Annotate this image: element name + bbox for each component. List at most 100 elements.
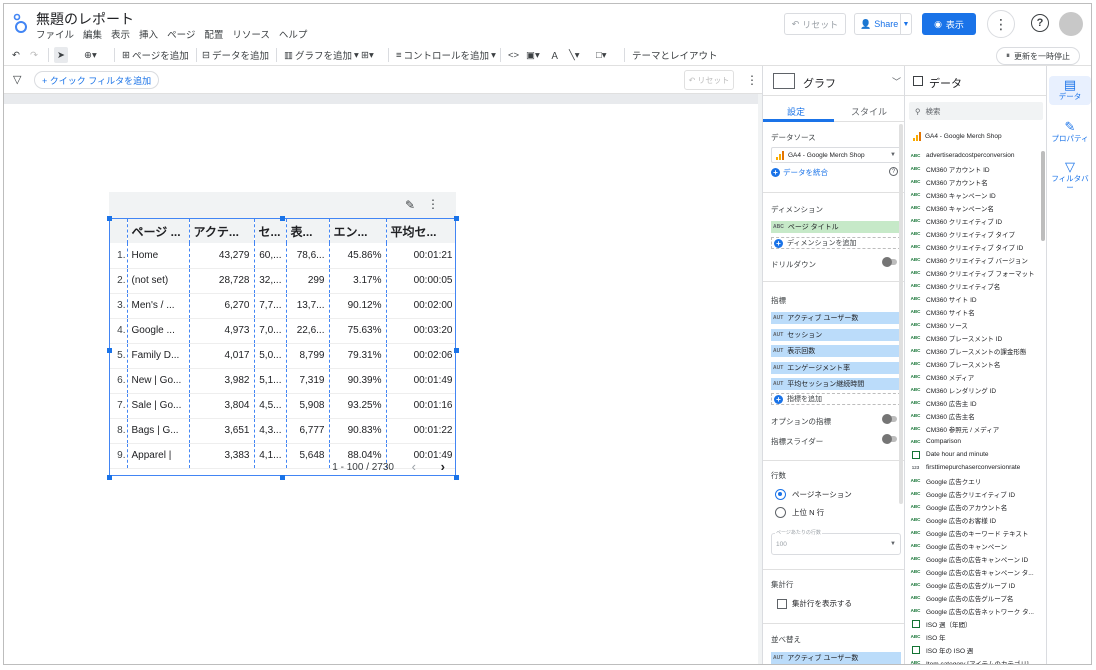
resize-handle[interactable] <box>280 216 285 221</box>
resize-handle[interactable] <box>454 216 459 221</box>
data-scrollbar[interactable] <box>1041 151 1045 241</box>
add-metric-button[interactable]: + 指標を追加 <box>771 393 901 405</box>
add-data-button[interactable]: ⊟ データを追加 <box>202 47 269 63</box>
field-item[interactable]: ABC CM360 プレースメントの課金形態 <box>910 344 1040 357</box>
line-icon[interactable]: ╲▾ <box>569 47 580 63</box>
field-item[interactable]: ABC Google 広告クエリ <box>910 474 1040 487</box>
menu-insert[interactable]: 挿入 <box>139 27 158 41</box>
field-item[interactable]: ABC CM360 クリエイティブ ID <box>910 214 1040 227</box>
embed-code-icon[interactable]: <> <box>508 47 519 63</box>
field-item[interactable]: ABC CM360 アカウント ID <box>910 162 1040 175</box>
quick-filter-button[interactable]: + クイック フィルタを追加 <box>34 71 160 89</box>
field-item[interactable]: ABC CM360 クリエイティブ フォーマット <box>910 266 1040 279</box>
undo-icon[interactable]: ↶ <box>12 47 20 63</box>
pagination-radio[interactable] <box>775 489 786 500</box>
field-item[interactable]: ABC CM360 クリエイティブ名 <box>910 279 1040 292</box>
header-active-users[interactable]: アクテ... <box>189 219 255 243</box>
view-button[interactable]: ◉ 表示 <box>922 13 976 35</box>
field-item[interactable]: 123 firsttimepurchaserconversionrate <box>910 461 1040 474</box>
metric-chip[interactable]: AUT エンゲージメント率 <box>771 361 901 374</box>
resize-handle[interactable] <box>280 475 285 480</box>
metric-chip[interactable]: AUT アクティブ ユーザー数 <box>771 312 901 324</box>
menu-arrange[interactable]: 配置 <box>204 27 223 41</box>
field-item[interactable]: ABC CM360 レンダリング ID <box>910 383 1040 396</box>
table-row[interactable]: 5. Family D... 4,017 5,0... 8,799 79.31% 00:02… <box>110 343 455 369</box>
table-row[interactable]: 2. (not set) 28,728 32,... 299 3.17% 00:00:05 <box>110 268 455 294</box>
more-options-icon[interactable]: ⋮ <box>987 10 1015 38</box>
help-icon[interactable]: ? <box>1031 14 1049 32</box>
share-button[interactable]: 👤 Share ▼ <box>854 13 912 35</box>
datasource-select[interactable]: GA4 - Google Merch Shop ▼ <box>771 147 901 163</box>
pagination-radio-row[interactable]: ページネーション <box>775 489 852 500</box>
chevron-down-icon[interactable]: ﹀ <box>892 75 901 88</box>
field-item[interactable]: ABC Google 広告の広告キャンペーン ID <box>910 552 1040 565</box>
table-chart-icon[interactable] <box>773 73 795 89</box>
rows-per-page-select[interactable]: ページあたりの行数 100 ▼ <box>771 529 901 555</box>
share-dropdown-icon[interactable]: ▼ <box>900 14 911 34</box>
field-item[interactable]: ISO 年の ISO 週 <box>910 643 1040 656</box>
table-row[interactable]: 7. Sale | Go... 3,804 4,5... 5,908 93.25% 00:0… <box>110 393 455 419</box>
field-item[interactable]: ABC CM360 キャンペーン ID <box>910 188 1040 201</box>
field-item[interactable]: ABC CM360 広告主 ID <box>910 396 1040 409</box>
add-dimension-button[interactable]: + ディメンションを追加 <box>771 237 901 249</box>
tab-style[interactable]: スタイル <box>851 105 887 118</box>
table-row[interactable]: 1. Home 43,279 60,... 78,6... 45.86% 00:01:21 <box>110 243 455 269</box>
properties-scrollbar[interactable] <box>899 124 903 504</box>
tab-setup[interactable]: 設定 <box>787 105 805 118</box>
menu-help[interactable]: ヘルプ <box>279 27 308 41</box>
field-item[interactable]: ABC Google 広告の広告グループ名 <box>910 591 1040 604</box>
resize-handle[interactable] <box>454 348 459 353</box>
metric-chip[interactable]: AUT セッション <box>771 328 901 341</box>
field-item[interactable]: ABC CM360 メディア <box>910 370 1040 383</box>
topn-radio-row[interactable]: 上位 N 行 <box>775 507 824 518</box>
rail-properties-button[interactable]: ✎ プロパティ <box>1049 120 1091 143</box>
chart-menu-icon[interactable]: ⋮ <box>427 197 439 211</box>
table-row[interactable]: 6. New | Go... 3,982 5,1... 7,319 90.39% 00:01… <box>110 368 455 394</box>
topn-radio[interactable] <box>775 507 786 518</box>
redo-icon[interactable]: ↷ <box>30 47 38 63</box>
table-chart[interactable]: ページ ... アクテ... セ... 表... エン... 平均セ... 1.… <box>109 218 456 476</box>
filter-more-icon[interactable]: ⋮ <box>746 73 758 87</box>
header-avg-session[interactable]: 平均セ... <box>386 219 455 243</box>
dimension-chip[interactable]: ABC ページ タイトル <box>771 221 901 233</box>
field-item[interactable]: ABC advertiseradcostperconversion <box>910 149 1040 162</box>
field-item[interactable]: ABC Google 広告のキャンペーン <box>910 539 1040 552</box>
add-chart-button[interactable]: ▥ グラフを追加 ▾ <box>284 47 359 63</box>
field-item[interactable]: ABC Google 広告のキーワード テキスト <box>910 526 1040 539</box>
pause-update-button[interactable]: ⏸ 更新を一時停止 <box>996 47 1080 65</box>
blend-data-button[interactable]: + データを統合 <box>771 167 828 178</box>
menu-file[interactable]: ファイル <box>36 27 74 41</box>
menu-edit[interactable]: 編集 <box>83 27 102 41</box>
field-item[interactable]: ABC CM360 クリエイティブ バージョン <box>910 253 1040 266</box>
avatar[interactable] <box>1059 12 1083 36</box>
next-page-icon[interactable]: › <box>441 459 445 474</box>
shape-icon[interactable]: □▾ <box>596 47 607 63</box>
menu-view[interactable]: 表示 <box>111 27 130 41</box>
field-item[interactable]: ABC CM360 クリエイティブ タイプ <box>910 227 1040 240</box>
summary-row-option[interactable]: 集計行を表示する <box>777 598 852 609</box>
community-viz-icon[interactable]: ⊞▾ <box>361 47 374 63</box>
rail-data-button[interactable]: ▤ データ <box>1049 76 1091 105</box>
field-item[interactable]: ABC Google 広告のお客様 ID <box>910 513 1040 526</box>
prev-page-icon[interactable]: ‹ <box>412 459 416 474</box>
field-item[interactable]: ABC Item category [アイテムのカテゴリ] <box>910 656 1040 664</box>
field-item[interactable]: ABC CM360 キャンペーン名 <box>910 201 1040 214</box>
field-search-input[interactable]: ⚲ 検索 <box>909 102 1043 120</box>
edit-pencil-icon[interactable]: ✎ <box>405 198 415 212</box>
table-row[interactable]: 3. Men's / ... 6,270 7,7... 13,7... 90.12% 00:… <box>110 293 455 319</box>
field-item[interactable]: ABC CM360 アカウント名 <box>910 175 1040 188</box>
menu-page[interactable]: ページ <box>167 27 195 41</box>
resize-handle[interactable] <box>107 216 112 221</box>
field-item[interactable]: ABC Google 広告の広告ネットワーク タ... <box>910 604 1040 617</box>
metric-chip[interactable]: AUT 平均セッション継続時間 <box>771 378 901 390</box>
field-item[interactable]: ABC Comparison <box>910 435 1040 448</box>
metric-slider-toggle[interactable] <box>882 434 897 444</box>
field-item[interactable]: ABC CM360 ソース <box>910 318 1040 331</box>
report-title[interactable]: 無題のレポート <box>36 9 134 29</box>
resize-handle[interactable] <box>454 475 459 480</box>
select-cursor-icon[interactable]: ➤ <box>54 47 68 63</box>
zoom-icon[interactable]: ⊕▾ <box>84 47 97 63</box>
field-item[interactable]: ABC Google 広告のアカウント名 <box>910 500 1040 513</box>
resize-handle[interactable] <box>107 348 112 353</box>
field-item[interactable]: ABC CM360 プレースメント名 <box>910 357 1040 370</box>
